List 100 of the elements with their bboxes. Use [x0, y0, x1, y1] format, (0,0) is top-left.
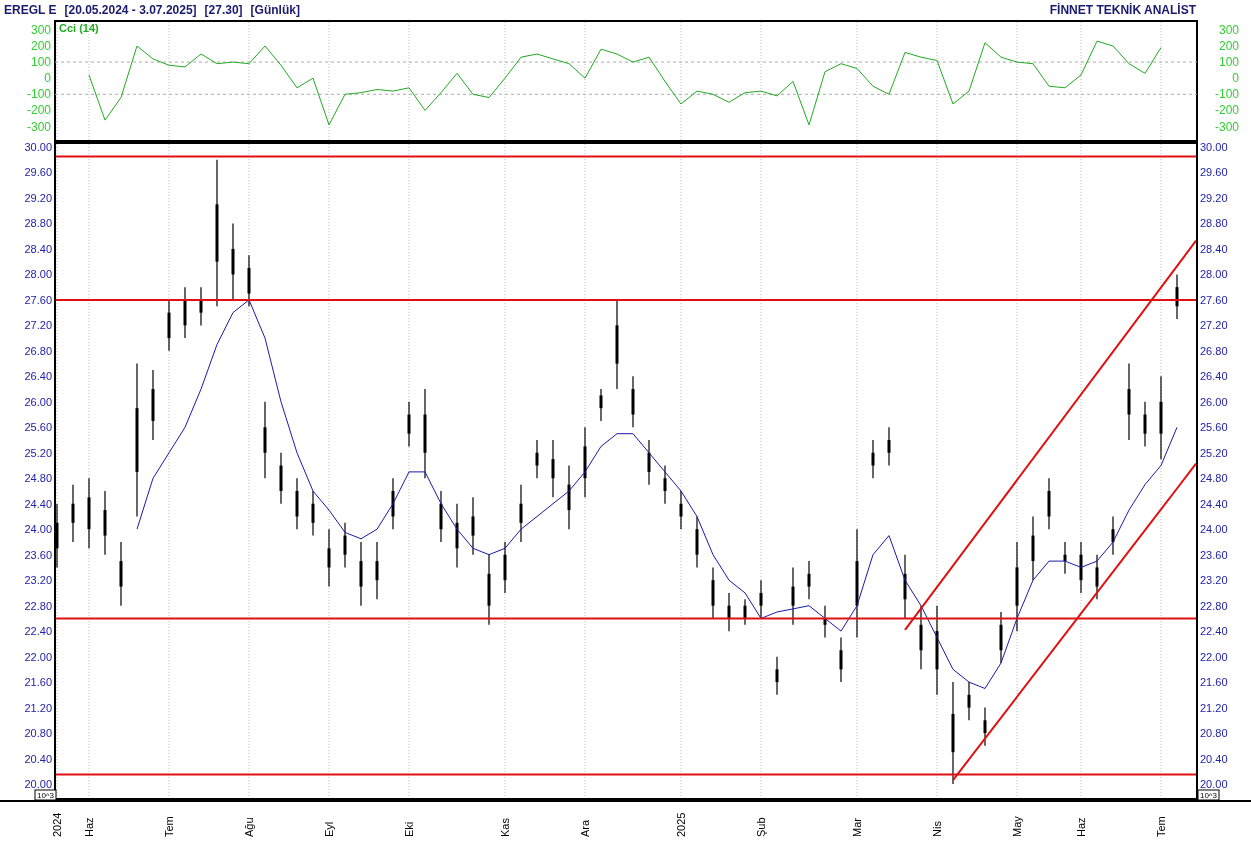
price-bar: [343, 522, 347, 569]
price-bar: [327, 528, 331, 588]
axis-label: Haz: [1075, 817, 1087, 837]
scale-label: 10^3: [34, 789, 57, 801]
price-bar: [87, 477, 91, 549]
price-bar: [199, 286, 203, 326]
price-bar: [583, 426, 587, 498]
price-bar: [871, 439, 875, 479]
axis-label: 26.00: [24, 395, 52, 408]
price-bar: [359, 541, 363, 607]
symbol-title: EREGL E: [4, 3, 57, 17]
axis-label: 0: [44, 71, 51, 86]
price-bar: [487, 554, 491, 626]
axis-label: Mar: [851, 818, 863, 837]
price-bar: [455, 503, 459, 569]
axis-label: 26.80: [1200, 344, 1228, 357]
axis-label: 29.60: [1200, 166, 1228, 179]
date-range: [20.05.2024 - 3.07.2025]: [64, 3, 197, 17]
axis-label: 28.80: [1200, 217, 1228, 230]
price-bar: [679, 490, 683, 530]
axis-label: 22.00: [1200, 650, 1228, 663]
price-bar: [663, 464, 667, 505]
axis-label: Şub: [755, 817, 767, 837]
price-bar: [1063, 541, 1067, 575]
price-bar: [1095, 554, 1099, 600]
price-bar: [1079, 541, 1083, 594]
price-bar: [391, 477, 395, 530]
price-bar: [839, 636, 843, 683]
axis-label: 28.80: [24, 217, 52, 230]
axis-label: 25.20: [24, 446, 52, 459]
axis-label: 200: [30, 38, 51, 53]
axis-label: Eki: [403, 821, 415, 837]
price-bar: [183, 286, 187, 339]
axis-label: -200: [26, 103, 51, 118]
price-bar: [471, 496, 475, 556]
axis-label: -300: [26, 119, 51, 134]
axis-label: 22.00: [24, 650, 52, 663]
scale-label: 10^3: [1197, 789, 1220, 801]
axis-label: 22.80: [24, 599, 52, 612]
price-bar: [743, 598, 747, 626]
axis-label: Eyl: [323, 821, 335, 837]
price-bar: [599, 388, 603, 422]
axis-label: 29.20: [24, 191, 52, 204]
axis-label: 25.60: [1200, 421, 1228, 434]
axis-label: 21.60: [1200, 676, 1228, 689]
price-bar: [407, 401, 411, 447]
price-bar: [647, 439, 651, 486]
price-bar: [535, 439, 539, 479]
axis-label: 27.60: [1200, 293, 1228, 306]
axis-label: 26.80: [24, 344, 52, 357]
last-price: [27.30]: [204, 3, 243, 17]
axis-label: 24.00: [1200, 523, 1228, 536]
axis-label: 29.20: [1200, 191, 1228, 204]
price-bar: [807, 560, 811, 600]
axis-label: 28.00: [1200, 268, 1228, 281]
price-bar: [1175, 273, 1179, 320]
price-bar: [311, 490, 315, 537]
axis-label: 26.40: [24, 370, 52, 383]
price-bar: [1143, 401, 1147, 447]
axis-label: 22.80: [1200, 599, 1228, 612]
axis-label: 24.80: [24, 472, 52, 485]
axis-label: Nis: [931, 821, 943, 837]
axis-label: 27.20: [1200, 319, 1228, 332]
price-bar: [775, 656, 779, 696]
price-bar: [887, 426, 891, 467]
price-bar: [1111, 515, 1115, 556]
price-bar: [71, 484, 75, 543]
price-bar: [903, 554, 907, 619]
axis-label: Tem: [163, 816, 175, 837]
axis-label: 23.20: [1200, 574, 1228, 587]
price-bar: [695, 515, 699, 569]
price-bar: [983, 707, 987, 747]
price-bar: [103, 490, 107, 556]
axis-label: 25.60: [24, 421, 52, 434]
axis-label: 21.20: [1200, 701, 1228, 714]
axis-label: 300: [30, 22, 51, 37]
price-bar: [519, 484, 523, 543]
axis-label: 20.40: [24, 752, 52, 765]
axis-label: 27.60: [24, 293, 52, 306]
axis-label: 27.20: [24, 319, 52, 332]
axis-label: Tem: [1155, 816, 1167, 837]
price-bar: [439, 490, 443, 543]
price-bar: [167, 299, 171, 352]
axis-label: 23.60: [1200, 548, 1228, 561]
price-bar: [727, 592, 731, 632]
axis-label: 100: [1218, 55, 1239, 70]
price-bar: [375, 541, 379, 600]
axis-label: 20.80: [1200, 727, 1228, 740]
axis-label: 22.40: [24, 625, 52, 638]
axis-label: 20.00: [24, 778, 52, 791]
axis-label: 22.40: [1200, 625, 1228, 638]
price-bar: [119, 541, 123, 607]
axis-label: 24.40: [24, 497, 52, 510]
price-bar: [567, 464, 571, 530]
axis-label: 20.80: [24, 727, 52, 740]
axis-label: 24.00: [24, 523, 52, 536]
indicator-label: Cci (14): [59, 22, 99, 34]
axis-label: 26.00: [1200, 395, 1228, 408]
price-bar: [967, 681, 971, 721]
price-bar: [503, 541, 507, 594]
